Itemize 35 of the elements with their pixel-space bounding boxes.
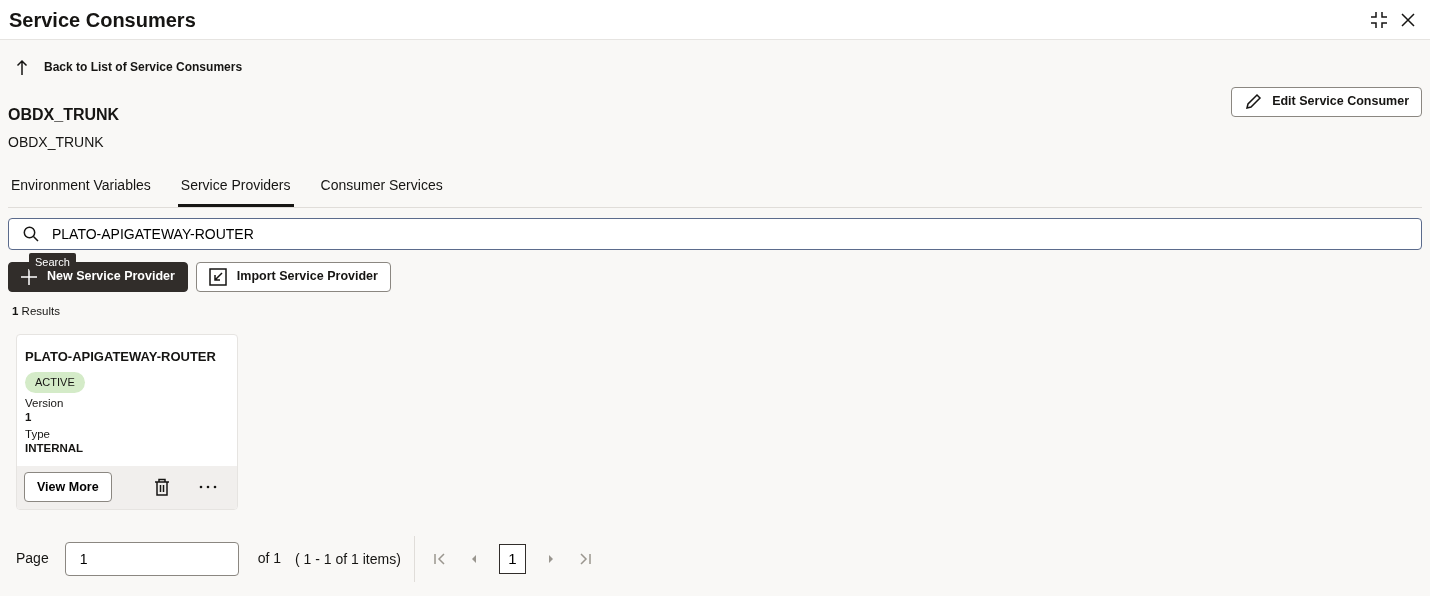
search-icon — [23, 225, 39, 242]
plus-icon — [21, 268, 37, 285]
collapse-icon — [1370, 10, 1388, 29]
tab[interactable]: Consumer Services — [317, 168, 446, 207]
tooltip: Search — [29, 252, 76, 271]
field-value: INTERNAL — [25, 442, 85, 456]
results-count: 1 Results — [12, 303, 61, 319]
field-label: Version — [25, 396, 65, 411]
edit-button[interactable]: Edit Service Consumer — [1231, 86, 1422, 117]
window-title: Service Consumers — [9, 7, 196, 33]
import-icon — [208, 267, 227, 286]
back-link[interactable]: Back to List of Service Consumers — [16, 58, 243, 76]
up-arrow-icon — [16, 59, 28, 75]
item-range: ( 1 - 1 of 1 items) — [295, 535, 415, 582]
consumer-description: OBDX_TRUNK — [8, 132, 105, 152]
trash-icon — [153, 477, 170, 496]
card-title: PLATO-APIGATEWAY-ROUTER — [25, 347, 217, 366]
page-input[interactable]: 1 — [64, 541, 239, 576]
tab[interactable]: Environment Variables — [8, 168, 154, 207]
first-page-icon — [432, 551, 447, 566]
consumer-name: OBDX_TRUNK — [8, 104, 120, 125]
status-pill: ACTIVE — [25, 372, 85, 393]
page-button[interactable]: 1 — [498, 543, 526, 574]
pencil-icon — [1244, 92, 1263, 111]
import-button[interactable]: Import Service Provider — [195, 261, 391, 292]
page-count: of 1 — [257, 549, 282, 569]
search-field[interactable]: PLATO-APIGATEWAY-ROUTER — [8, 217, 1422, 250]
last-page-icon — [577, 551, 592, 566]
field-value: 1 — [25, 410, 33, 425]
view-more-button[interactable]: View More — [24, 471, 112, 502]
more-icon — [197, 484, 218, 489]
field-label: Type — [25, 428, 51, 443]
tab[interactable]: Service Providers — [177, 168, 294, 207]
page-label: Page — [16, 549, 49, 569]
close-icon — [1400, 11, 1416, 28]
